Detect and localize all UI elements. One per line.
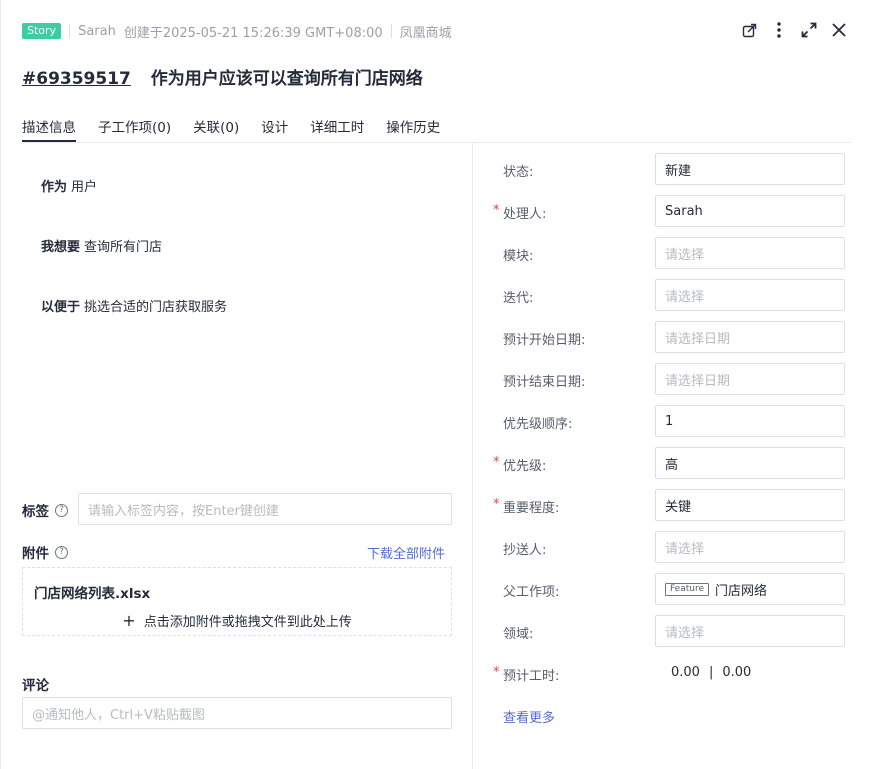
description-text: 查询所有门店 — [84, 240, 163, 255]
cc-select[interactable]: 请选择 — [655, 531, 845, 563]
description-text: 用户 — [71, 180, 98, 195]
external-window-icon[interactable] — [740, 20, 758, 40]
estimated-hours-value[interactable]: 0.00 | 0.00 — [671, 665, 751, 680]
required-mark: * — [493, 203, 500, 218]
attachments-label: 附件 ? — [22, 542, 68, 562]
created-time: 创建于2025-05-21 15:26:39 GMT+08:00 — [123, 25, 383, 41]
severity-select[interactable]: 关键 — [655, 489, 845, 521]
field-label-start-date: 预计开始日期: — [503, 333, 586, 348]
tab-work-hours[interactable]: 详细工时 — [310, 116, 364, 142]
help-icon[interactable]: ? — [55, 503, 68, 517]
required-mark: * — [493, 665, 500, 680]
status-select[interactable]: 新建 — [655, 153, 845, 185]
comment-input[interactable]: @通知他人，Ctrl+V粘贴截图 — [22, 697, 452, 729]
field-label-domain: 领域: — [503, 627, 534, 642]
attachments-label-text: 附件 — [22, 546, 49, 562]
field-label-priority-order: 优先级顺序: — [503, 417, 573, 432]
feature-tag: Feature — [665, 582, 710, 596]
parent-item-select[interactable]: Feature 门店网络 — [655, 573, 845, 605]
meta-divider — [390, 24, 392, 38]
tags-label: 标签 ? — [22, 500, 68, 520]
required-mark: * — [493, 497, 500, 512]
page-title: #69359517 作为用户应该可以查询所有门店网络 — [22, 64, 423, 89]
start-date-picker[interactable]: 请选择日期 — [655, 321, 845, 353]
work-item-id[interactable]: #69359517 — [22, 69, 131, 89]
attachment-dropzone[interactable]: 门店网络列表.xlsx + 点击添加附件或拖拽文件到此处上传 — [22, 567, 452, 636]
expand-icon[interactable] — [800, 20, 818, 40]
work-item-title: 作为用户应该可以查询所有门店网络 — [150, 69, 423, 89]
plus-icon: + — [122, 611, 136, 630]
priority-order-input[interactable]: 1 — [655, 405, 845, 437]
tab-sub-items[interactable]: 子工作项(0) — [98, 116, 171, 142]
estimated-hours-1: 0.00 — [671, 665, 700, 680]
description-label: 作为 — [41, 180, 68, 195]
work-item-detail-panel: Story Sarah 创建于2025-05-21 15:26:39 GMT+0… — [0, 0, 870, 769]
tab-history[interactable]: 操作历史 — [386, 116, 440, 142]
close-icon[interactable] — [830, 20, 848, 40]
header-meta: Story Sarah 创建于2025-05-21 15:26:39 GMT+0… — [22, 22, 452, 41]
more-vertical-icon[interactable] — [770, 20, 788, 40]
priority-select[interactable]: 高 — [655, 447, 845, 479]
field-label-estimated-hours: 预计工时: — [503, 669, 560, 684]
field-label-module: 模块: — [503, 249, 534, 264]
upload-hint-text: 点击添加附件或拖拽文件到此处上传 — [143, 615, 352, 630]
tags-input[interactable]: 请输入标签内容，按Enter键创建 — [78, 493, 452, 525]
header-toolbar — [740, 20, 848, 40]
field-label-parent: 父工作项: — [503, 585, 560, 600]
tab-relations[interactable]: 关联(0) — [193, 116, 239, 142]
upload-hint[interactable]: + 点击添加附件或拖拽文件到此处上传 — [23, 611, 451, 630]
comments-label-text: 评论 — [22, 678, 49, 694]
view-more-link[interactable]: 查看更多 — [503, 707, 555, 726]
parent-item-name: 门店网络 — [715, 583, 768, 599]
tags-label-text: 标签 — [22, 504, 49, 520]
column-divider — [472, 143, 473, 769]
field-label-iteration: 迭代: — [503, 291, 534, 306]
description-so-that[interactable]: 以便于 挑选合适的门店获取服务 — [41, 296, 227, 315]
author-name: Sarah — [78, 23, 116, 39]
help-icon[interactable]: ? — [55, 545, 68, 559]
required-mark: * — [493, 455, 500, 470]
detail-tabs: 描述信息 子工作项(0) 关联(0) 设计 详细工时 操作历史 — [22, 116, 462, 142]
description-as[interactable]: 作为 用户 — [41, 176, 97, 195]
description-label: 以便于 — [41, 300, 81, 315]
domain-select[interactable]: 请选择 — [655, 615, 845, 647]
project-name: 凤凰商城 — [399, 25, 452, 41]
hours-divider: | — [708, 665, 714, 680]
module-select[interactable]: 请选择 — [655, 237, 845, 269]
type-badge: Story — [22, 23, 62, 39]
description-want[interactable]: 我想要 查询所有门店 — [41, 236, 162, 255]
meta-divider — [69, 24, 71, 38]
tab-design[interactable]: 设计 — [261, 116, 288, 142]
comments-label: 评论 — [22, 674, 49, 694]
description-label: 我想要 — [41, 240, 81, 255]
field-label-end-date: 预计结束日期: — [503, 375, 586, 390]
attachment-file[interactable]: 门店网络列表.xlsx — [34, 582, 150, 602]
field-label-cc: 抄送人: — [503, 543, 547, 558]
estimated-hours-2: 0.00 — [722, 665, 752, 680]
description-text: 挑选合适的门店获取服务 — [84, 300, 228, 315]
field-label-priority: 优先级: — [503, 459, 547, 474]
tabs-divider — [472, 142, 852, 143]
field-label-status: 状态: — [503, 165, 534, 180]
tab-description[interactable]: 描述信息 — [22, 116, 76, 142]
field-label-assignee: 处理人: — [503, 207, 547, 222]
assignee-select[interactable]: Sarah — [655, 195, 845, 227]
field-label-severity: 重要程度: — [503, 501, 560, 516]
end-date-picker[interactable]: 请选择日期 — [655, 363, 845, 395]
iteration-select[interactable]: 请选择 — [655, 279, 845, 311]
tabs-divider — [22, 142, 472, 143]
download-all-link[interactable]: 下载全部附件 — [367, 543, 445, 562]
